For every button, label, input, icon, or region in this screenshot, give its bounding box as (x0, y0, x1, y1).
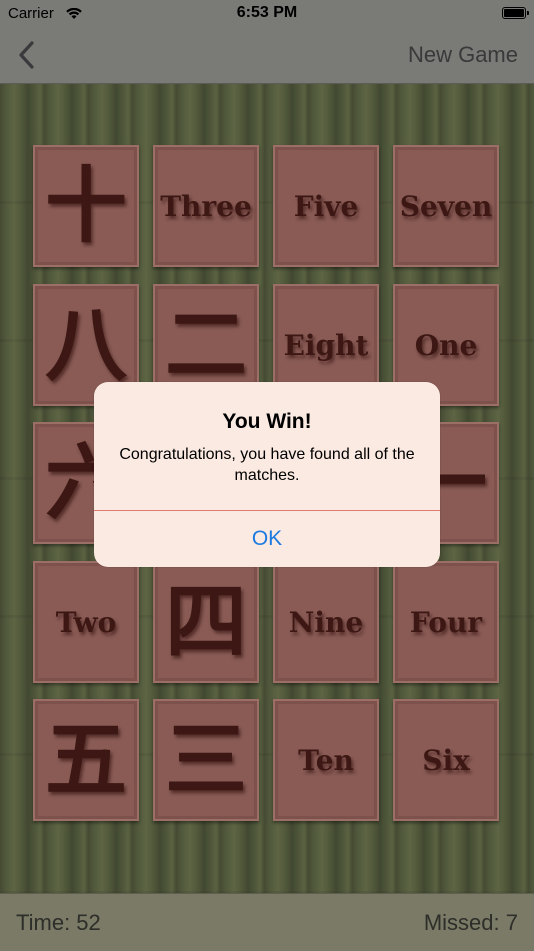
card-tile[interactable]: 五 (33, 699, 139, 821)
win-alert: You Win! Congratulations, you have found… (94, 382, 440, 567)
time-label: Time: 52 (16, 910, 101, 935)
card-label: Four (409, 605, 483, 639)
card-label: One (414, 328, 478, 362)
card-label: Six (422, 743, 470, 777)
alert-title: You Win! (222, 410, 312, 433)
navigation-bar: New Game (0, 28, 534, 84)
card-tile[interactable]: Four (393, 561, 499, 683)
card-tile[interactable]: Two (33, 561, 139, 683)
card-label: Three (160, 189, 252, 223)
card-label: Seven (399, 189, 493, 223)
card-label: 三 (164, 712, 247, 808)
card-tile[interactable]: Five (273, 145, 379, 267)
card-tile[interactable]: Seven (393, 145, 499, 267)
card-label: Eight (283, 328, 369, 362)
card-tile[interactable]: Nine (273, 561, 379, 683)
card-label: Nine (288, 605, 364, 639)
card-label: 八 (44, 297, 127, 393)
new-game-button[interactable]: New Game (408, 42, 518, 68)
card-label: Ten (298, 743, 354, 777)
card-tile[interactable]: Three (153, 145, 259, 267)
card-label: 十 (44, 158, 127, 254)
ok-button[interactable]: OK (94, 511, 440, 567)
card-tile[interactable]: 十 (33, 145, 139, 267)
card-label: 四 (164, 574, 247, 670)
card-tile[interactable]: 三 (153, 699, 259, 821)
card-label: Two (55, 605, 117, 639)
card-label: Five (293, 189, 359, 223)
alert-message: Congratulations, you have found all of t… (119, 446, 415, 484)
score-bar: Time: 52 Missed: 7 (0, 893, 534, 951)
battery-icon (502, 7, 529, 19)
chevron-left-icon (19, 41, 34, 69)
missed-label: Missed: 7 (423, 910, 518, 935)
card-label: 二 (164, 297, 247, 393)
back-button[interactable] (14, 38, 44, 72)
card-tile[interactable]: 四 (153, 561, 259, 683)
card-tile[interactable]: Ten (273, 699, 379, 821)
status-bar: Carrier 6:53 PM (0, 0, 534, 28)
card-tile[interactable]: Six (393, 699, 499, 821)
status-time: 6:53 PM (236, 4, 298, 21)
card-label: 五 (44, 712, 127, 808)
